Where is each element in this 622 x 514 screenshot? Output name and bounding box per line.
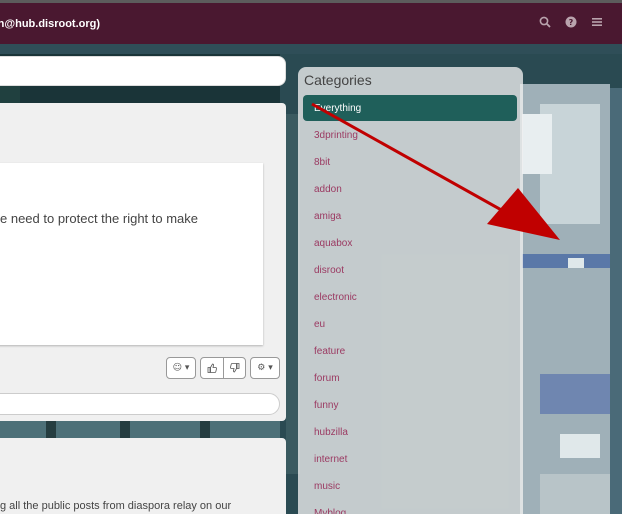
category-item[interactable]: 8bit [303, 149, 517, 176]
category-item[interactable]: aquabox [303, 230, 517, 257]
category-item[interactable]: Myblog [303, 500, 517, 514]
post-card: e need to protect the right to make ☺ ▾ … [0, 103, 286, 421]
svg-text:?: ? [569, 18, 574, 27]
categories-widget: Categories Everything 3dprinting 8bit ad… [298, 67, 523, 514]
categories-list: Everything 3dprinting 8bit addon amiga a… [303, 95, 517, 514]
emoji-reaction-button[interactable]: ☺ ▾ [166, 357, 196, 379]
post-card-2: g all the public posts from diaspora rel… [0, 438, 286, 514]
post-search-input[interactable] [0, 56, 286, 86]
category-item[interactable]: electronic [303, 284, 517, 311]
menu-icon[interactable] [590, 15, 604, 29]
thumbs-down-icon[interactable] [223, 358, 245, 378]
categories-title: Categories [304, 72, 372, 88]
post-text: e need to protect the right to make [0, 211, 199, 226]
gear-icon: ⚙ ▾ [257, 363, 273, 373]
channel-address[interactable]: th@hub.disroot.org) [0, 18, 100, 30]
category-item[interactable]: eu [303, 311, 517, 338]
category-item[interactable]: internet [303, 446, 517, 473]
category-item[interactable]: music [303, 473, 517, 500]
thumbs-up-icon[interactable] [201, 358, 223, 378]
post-action-bar: ☺ ▾ ⚙ ▾ [166, 357, 280, 379]
category-item[interactable]: hubzilla [303, 419, 517, 446]
category-item[interactable]: forum [303, 365, 517, 392]
post-settings-button[interactable]: ⚙ ▾ [250, 357, 280, 379]
navbar-icons: ? [538, 15, 604, 29]
smile-icon: ☺ ▾ [172, 363, 190, 373]
category-item[interactable]: funny [303, 392, 517, 419]
top-navbar: th@hub.disroot.org) ? [0, 0, 622, 44]
comment-input[interactable] [0, 393, 280, 415]
category-item[interactable]: feature [303, 338, 517, 365]
category-item[interactable]: addon [303, 176, 517, 203]
like-dislike-group [200, 357, 246, 379]
category-item[interactable]: 3dprinting [303, 122, 517, 149]
post-text-2: g all the public posts from diaspora rel… [0, 500, 232, 512]
category-item[interactable]: amiga [303, 203, 517, 230]
search-icon[interactable] [538, 15, 552, 29]
post-body: e need to protect the right to make [0, 163, 263, 345]
category-item[interactable]: disroot [303, 257, 517, 284]
question-icon[interactable]: ? [564, 15, 578, 29]
category-item-everything[interactable]: Everything [303, 95, 517, 121]
